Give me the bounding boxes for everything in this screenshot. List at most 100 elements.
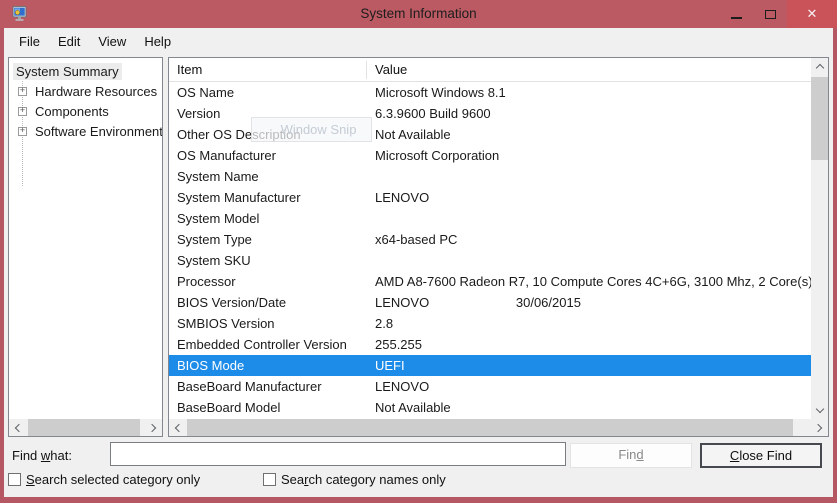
column-header-item[interactable]: Item (169, 61, 367, 79)
table-row[interactable]: System Name (169, 166, 811, 187)
menu-bar: FileEditViewHelp (4, 28, 833, 55)
chevron-right-icon (148, 423, 156, 431)
close-icon: ✕ (807, 6, 818, 22)
item-cell: OS Manufacturer (169, 148, 367, 163)
chevron-right-icon (814, 423, 822, 431)
tree-item-label: Hardware Resources (32, 83, 160, 100)
scroll-left-button[interactable] (169, 419, 186, 436)
value-cell: LENOVO (367, 379, 811, 394)
window-title: System Information (0, 6, 837, 21)
menu-item-edit[interactable]: Edit (49, 30, 89, 53)
maximize-button[interactable] (753, 0, 787, 28)
value-cell: UEFI (367, 358, 811, 373)
window-border-left (0, 28, 4, 503)
category-tree: System Summary + Hardware Resources + Compon… (9, 58, 162, 141)
window-border-bottom (0, 497, 837, 503)
search-category-names-checkbox[interactable]: Search category names only (263, 472, 446, 487)
scroll-up-button[interactable] (811, 58, 828, 75)
scroll-right-button[interactable] (145, 419, 162, 436)
table-row[interactable]: Embedded Controller Version255.255 (169, 334, 811, 355)
item-cell: BaseBoard Manufacturer (169, 379, 367, 394)
item-cell: BaseBoard Model (169, 400, 367, 415)
table-row[interactable]: BIOS ModeUEFI (169, 355, 811, 376)
scroll-down-button[interactable] (811, 402, 828, 419)
table-row[interactable]: ProcessorAMD A8-7600 Radeon R7, 10 Compu… (169, 271, 811, 292)
table-row[interactable]: BIOS Version/DateLENOVO 30/06/2015 (169, 292, 811, 313)
menu-item-help[interactable]: Help (135, 30, 180, 53)
value-cell: 2.8 (367, 316, 811, 331)
table-horizontal-scrollbar[interactable] (169, 419, 828, 436)
column-header-value[interactable]: Value (367, 62, 811, 77)
tree-expander-plus-icon[interactable]: + (18, 107, 27, 116)
scrollbar-thumb[interactable] (187, 419, 793, 436)
menu-item-file[interactable]: File (10, 30, 49, 53)
minimize-button[interactable] (719, 0, 753, 28)
find-what-label: Find what: (12, 448, 72, 463)
chevron-down-icon (815, 405, 823, 413)
scrollbar-track[interactable] (186, 419, 811, 436)
checkbox-label: Search category names only (281, 472, 446, 487)
scrollbar-track[interactable] (811, 75, 828, 402)
tree-expander-plus-icon[interactable]: + (18, 127, 27, 136)
chevron-left-icon (15, 423, 23, 431)
search-selected-category-checkbox[interactable]: Search selected category only (8, 472, 200, 487)
scrollbar-track[interactable] (26, 419, 145, 436)
scrollbar-thumb[interactable] (811, 77, 828, 160)
find-bar: Find what: Find Close Find (4, 440, 833, 470)
tree-item-label: Components (32, 103, 112, 120)
scroll-right-button[interactable] (811, 419, 828, 436)
table-row[interactable]: SMBIOS Version2.8 (169, 313, 811, 334)
table-row[interactable]: System Model (169, 208, 811, 229)
item-cell: BIOS Mode (169, 358, 367, 373)
tree-item-label: Software Environment (32, 123, 163, 140)
item-cell: BIOS Version/Date (169, 295, 367, 310)
value-cell: 255.255 (367, 337, 811, 352)
tree-item[interactable]: System Summary (9, 61, 162, 81)
table-row[interactable]: BaseBoard ModelNot Available (169, 397, 811, 418)
item-cell: System Name (169, 169, 367, 184)
checkbox-icon[interactable] (8, 473, 21, 486)
table-row[interactable]: OS NameMicrosoft Windows 8.1 (169, 82, 811, 103)
tree-expander-plus-icon[interactable]: + (18, 87, 27, 96)
category-tree-pane: System Summary + Hardware Resources + Compon… (8, 57, 163, 437)
scroll-left-button[interactable] (9, 419, 26, 436)
maximize-icon (765, 10, 776, 19)
item-cell: System SKU (169, 253, 367, 268)
value-cell: AMD A8-7600 Radeon R7, 10 Compute Cores … (367, 274, 811, 289)
value-cell: LENOVO (367, 190, 811, 205)
chevron-left-icon (175, 423, 183, 431)
tree-item[interactable]: + Hardware Resources (9, 81, 162, 101)
search-options-row: Search selected category only Search cat… (4, 469, 833, 493)
chevron-up-icon (815, 64, 823, 72)
tree-item-label: System Summary (13, 63, 122, 80)
value-cell: Not Available (367, 127, 811, 142)
menu-item-view[interactable]: View (89, 30, 135, 53)
close-button[interactable]: ✕ (787, 0, 837, 28)
tree-item[interactable]: + Components (9, 101, 162, 121)
title-bar: System Information ✕ (0, 0, 837, 28)
minimize-icon (731, 17, 742, 19)
close-find-button[interactable]: Close Find (700, 443, 822, 468)
table-header: Item Value (169, 58, 811, 82)
tree-horizontal-scrollbar[interactable] (9, 419, 162, 436)
value-cell: 6.3.9600 Build 9600 (367, 106, 811, 121)
table-row[interactable]: System ManufacturerLENOVO (169, 187, 811, 208)
item-cell: System Model (169, 211, 367, 226)
item-cell: System Type (169, 232, 367, 247)
snip-tooltip-overlay: Window Snip (251, 117, 372, 142)
table-row[interactable]: System SKU (169, 250, 811, 271)
table-row[interactable]: BaseBoard ManufacturerLENOVO (169, 376, 811, 397)
vertical-scrollbar[interactable] (811, 58, 828, 419)
item-cell: OS Name (169, 85, 367, 100)
scrollbar-thumb[interactable] (28, 419, 140, 436)
checkbox-label: Search selected category only (26, 472, 200, 487)
item-cell: System Manufacturer (169, 190, 367, 205)
tree-item[interactable]: + Software Environment (9, 121, 162, 141)
find-button[interactable]: Find (570, 443, 692, 468)
checkbox-icon[interactable] (263, 473, 276, 486)
table-row[interactable]: System Typex64-based PC (169, 229, 811, 250)
table-row[interactable]: OS ManufacturerMicrosoft Corporation (169, 145, 811, 166)
item-cell: Embedded Controller Version (169, 337, 367, 352)
window-border-right (833, 28, 837, 503)
find-input[interactable] (110, 442, 566, 466)
